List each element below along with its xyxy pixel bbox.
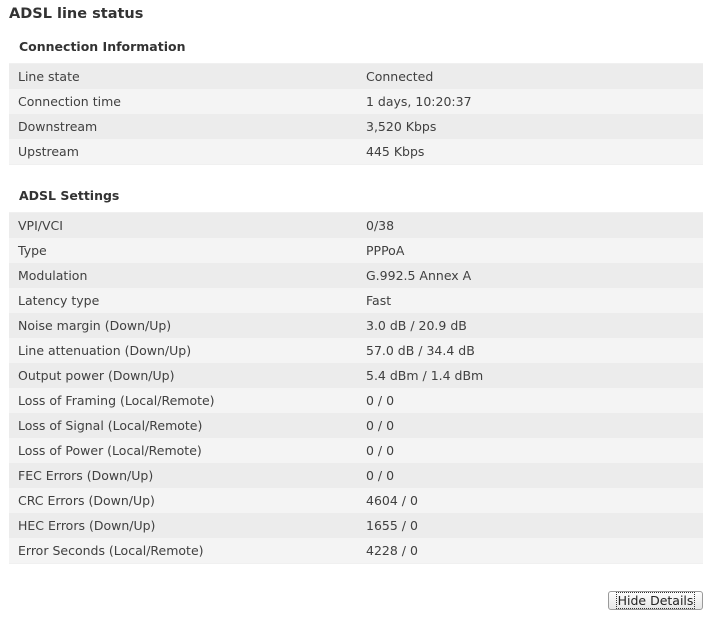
table-row: Line state Connected (9, 64, 703, 89)
row-label: Noise margin (Down/Up) (18, 318, 172, 333)
row-label: Downstream (18, 119, 98, 134)
row-label: Upstream (18, 144, 79, 159)
hide-details-button[interactable]: Hide Details (608, 591, 703, 610)
row-value: 5.4 dBm / 1.4 dBm (366, 368, 484, 383)
row-label: Connection time (18, 94, 121, 109)
row-value: 0 / 0 (366, 418, 395, 433)
connection-information-panel: Connection Information Line state Connec… (9, 30, 703, 165)
table-row: Loss of Framing (Local/Remote) 0 / 0 (9, 388, 703, 413)
row-value: Fast (366, 293, 392, 308)
row-label: Modulation (18, 268, 88, 283)
row-value: 0/38 (366, 218, 395, 233)
row-label: Type (18, 243, 47, 258)
row-label: Line attenuation (Down/Up) (18, 343, 192, 358)
row-label: VPI/VCI (18, 218, 63, 233)
row-label: Latency type (18, 293, 100, 308)
row-value: 3.0 dB / 20.9 dB (366, 318, 467, 333)
row-value: 445 Kbps (366, 144, 425, 159)
table-row: Latency type Fast (9, 288, 703, 313)
row-label: Loss of Framing (Local/Remote) (18, 393, 215, 408)
row-label: Line state (18, 69, 80, 84)
row-value: G.992.5 Annex A (366, 268, 472, 283)
connection-information-table: Line state Connected Connection time 1 d… (9, 63, 703, 165)
adsl-settings-table: VPI/VCI 0/38 Type PPPoA Modulation G.992… (9, 212, 703, 564)
row-value: PPPoA (366, 243, 405, 258)
page-title: ADSL line status (9, 6, 144, 22)
row-value: 0 / 0 (366, 443, 395, 458)
table-row: Noise margin (Down/Up) 3.0 dB / 20.9 dB (9, 313, 703, 338)
table-row: Loss of Signal (Local/Remote) 0 / 0 (9, 413, 703, 438)
adsl-settings-title: ADSL Settings (19, 188, 120, 203)
row-value: 0 / 0 (366, 468, 395, 483)
table-row: Line attenuation (Down/Up) 57.0 dB / 34.… (9, 338, 703, 363)
table-row: CRC Errors (Down/Up) 4604 / 0 (9, 488, 703, 513)
adsl-settings-panel: ADSL Settings VPI/VCI 0/38 Type PPPoA Mo… (9, 179, 703, 564)
table-row: FEC Errors (Down/Up) 0 / 0 (9, 463, 703, 488)
table-row: Output power (Down/Up) 5.4 dBm / 1.4 dBm (9, 363, 703, 388)
table-row: Modulation G.992.5 Annex A (9, 263, 703, 288)
row-label: HEC Errors (Down/Up) (18, 518, 156, 533)
row-value: 0 / 0 (366, 393, 395, 408)
table-row: HEC Errors (Down/Up) 1655 / 0 (9, 513, 703, 538)
row-label: Output power (Down/Up) (18, 368, 175, 383)
row-value: Connected (366, 69, 434, 84)
row-value: 1 days, 10:20:37 (366, 94, 472, 109)
row-value: 4228 / 0 (366, 543, 418, 558)
row-label: Loss of Signal (Local/Remote) (18, 418, 203, 433)
table-row: Connection time 1 days, 10:20:37 (9, 89, 703, 114)
table-row: Type PPPoA (9, 238, 703, 263)
row-label: FEC Errors (Down/Up) (18, 468, 154, 483)
row-label: CRC Errors (Down/Up) (18, 493, 155, 508)
row-value: 4604 / 0 (366, 493, 418, 508)
hide-details-label: Hide Details (615, 591, 696, 609)
table-row: Downstream 3,520 Kbps (9, 114, 703, 139)
row-label: Error Seconds (Local/Remote) (18, 543, 204, 558)
table-row: Error Seconds (Local/Remote) 4228 / 0 (9, 538, 703, 563)
connection-information-title: Connection Information (19, 39, 186, 54)
table-row: Upstream 445 Kbps (9, 139, 703, 164)
row-label: Loss of Power (Local/Remote) (18, 443, 202, 458)
table-row: VPI/VCI 0/38 (9, 213, 703, 238)
row-value: 57.0 dB / 34.4 dB (366, 343, 475, 358)
row-value: 1655 / 0 (366, 518, 418, 533)
row-value: 3,520 Kbps (366, 119, 437, 134)
table-row: Loss of Power (Local/Remote) 0 / 0 (9, 438, 703, 463)
